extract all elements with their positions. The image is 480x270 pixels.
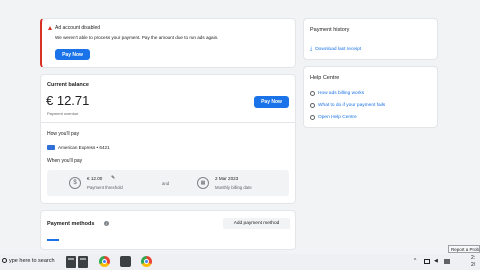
help-centre-card: Help Centre How ads billing works What t…	[303, 66, 438, 128]
schedule-box: $ € 12.00 ✎ Payment threshold and ▦ 2 Ma…	[47, 170, 289, 196]
payment-methods-heading: Payment methods	[47, 221, 95, 227]
warning-icon	[48, 26, 52, 30]
language-icon[interactable]	[444, 259, 450, 264]
threshold-label: Payment threshold	[87, 185, 123, 190]
alert-message: We weren't able to process your payment.…	[55, 35, 219, 40]
taskbar: ype here to search ^ ◀ 2: 2/	[0, 254, 480, 270]
how-you-pay-heading: How you'll pay	[47, 131, 80, 137]
volume-icon[interactable]: ◀	[434, 258, 438, 264]
calculator-icon-2[interactable]	[78, 256, 88, 268]
chrome-icon-2[interactable]	[141, 256, 152, 267]
when-you-pay-heading: When you'll pay	[47, 158, 83, 164]
account-disabled-alert: Ad account disabled We weren't able to p…	[40, 18, 296, 68]
balance-pay-now-button[interactable]: Pay Now	[254, 96, 289, 108]
credit-card-icon	[47, 145, 55, 150]
billing-date-label: Monthly billing date	[215, 185, 252, 190]
divider	[41, 122, 295, 123]
edit-pencil-icon[interactable]: ✎	[111, 175, 115, 181]
app-icon[interactable]	[120, 256, 131, 267]
help-item-open-help-centre[interactable]: Open Help Centre	[310, 115, 357, 120]
calendar-icon: ▦	[197, 177, 209, 189]
help-circle-icon	[310, 103, 315, 108]
help-centre-heading: Help Centre	[310, 75, 340, 81]
payment-history-card: Payment history ⤓ Download last receipt	[303, 18, 438, 60]
download-icon: ⤓	[310, 46, 313, 52]
network-icon[interactable]	[424, 259, 430, 264]
current-balance-card: Current balance € 12.71 Payment overdue …	[40, 74, 296, 204]
info-icon[interactable]: i	[104, 221, 109, 226]
balance-amount: € 12.71	[46, 93, 90, 108]
report-problem-tooltip[interactable]: Report a Prob	[448, 245, 480, 253]
payment-overdue-label: Payment overdue	[47, 111, 79, 116]
download-receipt-link[interactable]: ⤓ Download last receipt	[310, 46, 361, 52]
chrome-icon[interactable]	[99, 256, 110, 267]
calculator-icon[interactable]	[66, 256, 76, 268]
search-icon	[2, 258, 7, 263]
payment-history-heading: Payment history	[310, 27, 350, 33]
alert-pay-now-button[interactable]: Pay Now	[55, 49, 90, 60]
clock-time[interactable]: 2:	[471, 255, 475, 261]
billing-date: 2 Mar 2023	[215, 176, 239, 181]
help-item-label: How ads billing works	[318, 91, 365, 96]
help-item-label: What to do if your payment fails	[318, 103, 386, 108]
clock-date[interactable]: 2/	[471, 262, 475, 268]
dollar-icon: $	[69, 177, 81, 189]
external-link-icon	[310, 115, 315, 120]
help-item-payment-fails[interactable]: What to do if your payment fails	[310, 103, 385, 108]
help-item-label: Open Help Centre	[318, 115, 357, 120]
balance-heading: Current balance	[47, 82, 89, 88]
tray-chevron-icon[interactable]: ^	[414, 258, 416, 264]
threshold-value: € 12.00	[87, 176, 103, 181]
card-name: American Express • 6421	[58, 145, 110, 150]
alert-title: Ad account disabled	[55, 25, 101, 31]
download-receipt-label: Download last receipt	[315, 46, 362, 52]
payment-methods-card: Payment methods i Add payment method	[40, 210, 296, 250]
card-thumbnail	[47, 239, 59, 241]
add-payment-method-button[interactable]: Add payment method	[223, 218, 290, 229]
and-text: and	[162, 181, 170, 186]
taskbar-search-input[interactable]: ype here to search	[9, 258, 55, 264]
help-circle-icon	[310, 91, 315, 96]
help-item-billing-works[interactable]: How ads billing works	[310, 91, 364, 96]
